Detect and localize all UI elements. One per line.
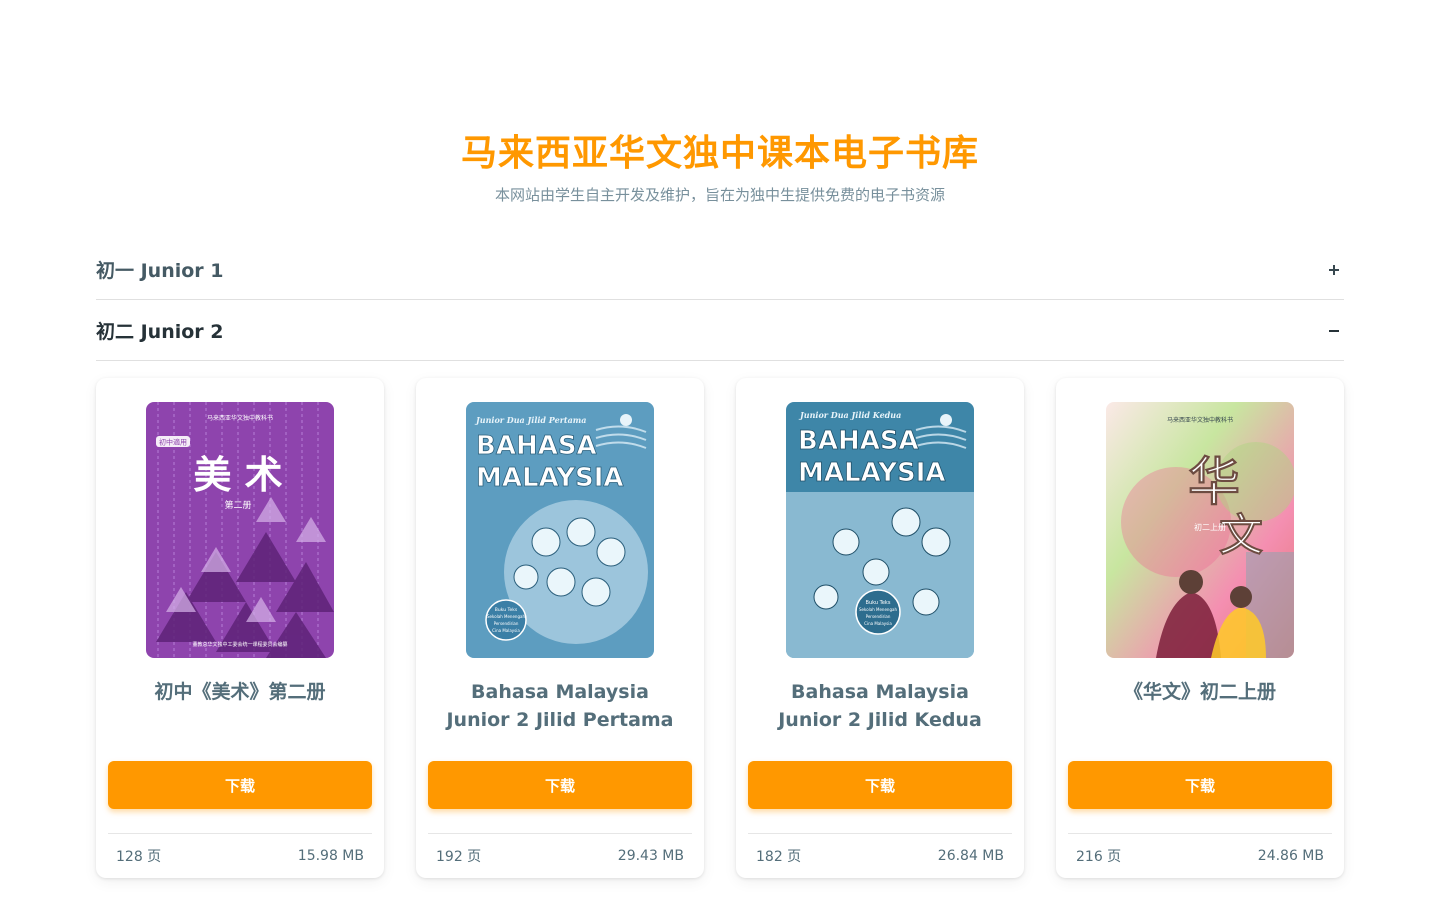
site-subtitle: 本网站由学生自主开发及维护，旨在为独中生提供免费的电子书资源 — [494, 186, 945, 204]
svg-text:Cina Malaysia: Cina Malaysia — [492, 628, 520, 633]
book-title: Bahasa Malaysia Junior 2 Jilid Pertama — [428, 678, 692, 734]
download-button[interactable]: 下载 — [748, 761, 1012, 809]
svg-text:Sekolah Menengah: Sekolah Menengah — [487, 614, 525, 619]
file-size: 26.84 MB — [937, 848, 1004, 864]
svg-text:Cina Malaysia: Cina Malaysia — [864, 621, 892, 626]
page-count: 192 页 — [436, 849, 482, 865]
svg-text:马来西亚华文独中教科书: 马来西亚华文独中教科书 — [1167, 416, 1233, 424]
download-button[interactable]: 下载 — [1068, 761, 1332, 809]
book-title: 初中《美术》第二册 — [108, 678, 372, 706]
svg-text:初二上册: 初二上册 — [1194, 522, 1226, 532]
minus-icon[interactable] — [1324, 321, 1344, 341]
svg-text:MALAYSIA: MALAYSIA — [476, 463, 624, 493]
svg-text:Sekolah Menengah: Sekolah Menengah — [859, 607, 897, 612]
book-cover-huawen[interactable]: 马来西亚华文独中教科书 华 文 初二上册 — [1106, 402, 1294, 658]
svg-text:董教总华文独中工委会统一课程委员会编纂: 董教总华文独中工委会统一课程委员会编纂 — [192, 641, 287, 648]
book-title-line: Bahasa Malaysia — [791, 681, 969, 703]
card-footer: 216 页 24.86 MB — [1068, 833, 1332, 878]
cover-bm-1-image: Junior Dua Jilid Pertama BAHASA MALAYSIA… — [466, 402, 654, 658]
card-footer: 182 页 26.84 MB — [748, 833, 1012, 878]
book-title-line: 《华文》初二上册 — [1123, 681, 1276, 703]
page-count: 128 页 — [116, 849, 162, 865]
svg-text:MALAYSIA: MALAYSIA — [798, 458, 946, 488]
book-card: Junior Dua Jilid Kedua BAHASA MALAYSIA B… — [736, 378, 1024, 878]
accordion-junior-2[interactable]: 初二 Junior 2 — [96, 301, 1344, 361]
book-card: Junior Dua Jilid Pertama BAHASA MALAYSIA… — [416, 378, 704, 878]
download-button[interactable]: 下载 — [108, 761, 372, 809]
book-cover-bm-2[interactable]: Junior Dua Jilid Kedua BAHASA MALAYSIA B… — [786, 402, 974, 658]
svg-text:第二册: 第二册 — [224, 499, 251, 511]
book-title: 《华文》初二上册 — [1068, 678, 1332, 706]
page-count: 216 页 — [1076, 849, 1122, 865]
book-cover-bm-1[interactable]: Junior Dua Jilid Pertama BAHASA MALAYSIA… — [466, 402, 654, 658]
site-title: 马来西亚华文独中课本电子书库 — [460, 133, 979, 174]
accordion-junior-1[interactable]: 初一 Junior 1 — [96, 240, 1344, 300]
book-cover-art[interactable]: 初中適用 马来西亚华文独中教科书 美 术 第二册 董教总华文独中工委会统一课程委… — [146, 402, 334, 658]
svg-text:Persendirian: Persendirian — [866, 614, 891, 619]
svg-text:马来西亚华文独中教科书: 马来西亚华文独中教科书 — [207, 414, 273, 422]
cover-huawen-image: 马来西亚华文独中教科书 华 文 初二上册 — [1106, 402, 1294, 658]
svg-text:Persendirian: Persendirian — [494, 621, 519, 626]
cover-art-image: 初中適用 马来西亚华文独中教科书 美 术 第二册 董教总华文独中工委会统一课程委… — [146, 402, 334, 658]
file-size: 24.86 MB — [1257, 848, 1324, 864]
page-count: 182 页 — [756, 849, 802, 865]
book-title-line: 初中《美术》第二册 — [154, 681, 326, 703]
svg-text:Buku Teks: Buku Teks — [495, 607, 518, 613]
file-size: 15.98 MB — [297, 848, 364, 864]
card-footer: 128 页 15.98 MB — [108, 833, 372, 878]
book-title: Bahasa Malaysia Junior 2 Jilid Kedua — [748, 678, 1012, 734]
plus-icon[interactable] — [1324, 260, 1344, 280]
page: 马来西亚华文独中课本电子书库 本网站由学生自主开发及维护，旨在为独中生提供免费的… — [0, 0, 1440, 900]
cover-bm-2-image: Junior Dua Jilid Kedua BAHASA MALAYSIA B… — [786, 402, 974, 658]
book-title-line: Junior 2 Jilid Pertama — [446, 709, 674, 731]
book-card: 马来西亚华文独中教科书 华 文 初二上册 《华文》初二上册 下载 216 页 2… — [1056, 378, 1344, 878]
accordion-label: 初一 Junior 1 — [96, 260, 224, 282]
svg-text:BAHASA: BAHASA — [476, 431, 597, 461]
book-card: 初中適用 马来西亚华文独中教科书 美 术 第二册 董教总华文独中工委会统一课程委… — [96, 378, 384, 878]
svg-text:Junior Dua Jilid Pertama: Junior Dua Jilid Pertama — [474, 415, 586, 425]
accordion-label: 初二 Junior 2 — [96, 321, 224, 343]
svg-text:BAHASA: BAHASA — [798, 426, 919, 456]
file-size: 29.43 MB — [617, 848, 684, 864]
svg-text:Junior Dua Jilid Kedua: Junior Dua Jilid Kedua — [798, 410, 901, 420]
svg-text:美 术: 美 术 — [193, 452, 282, 497]
svg-text:Buku Teks: Buku Teks — [866, 600, 891, 606]
download-button[interactable]: 下载 — [428, 761, 692, 809]
book-title-line: Bahasa Malaysia — [471, 681, 649, 703]
book-title-line: Junior 2 Jilid Kedua — [778, 709, 982, 731]
svg-text:初中適用: 初中適用 — [159, 438, 187, 447]
card-footer: 192 页 29.43 MB — [428, 833, 692, 878]
svg-text:华: 华 — [1188, 452, 1240, 513]
svg-text:文: 文 — [1219, 510, 1263, 561]
